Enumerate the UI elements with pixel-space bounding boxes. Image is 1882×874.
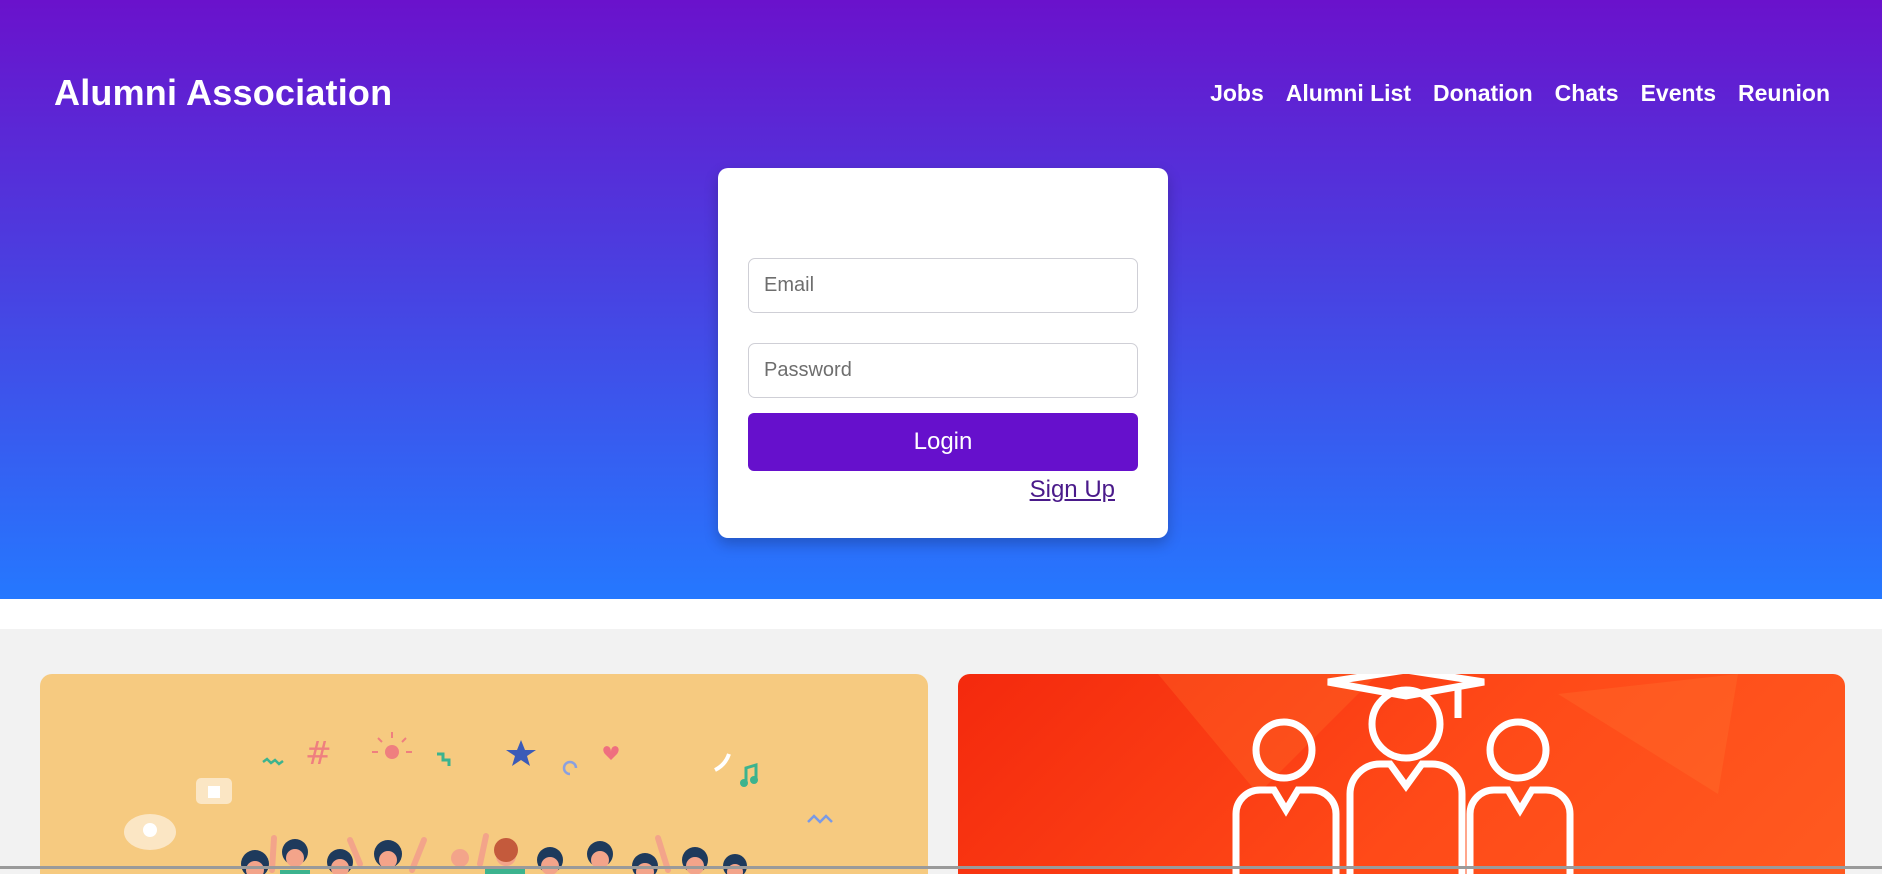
main-nav: Jobs Alumni List Donation Chats Events R… [1210, 80, 1830, 107]
nav-alumni-list[interactable]: Alumni List [1286, 80, 1411, 107]
nav-events[interactable]: Events [1641, 80, 1716, 107]
signup-link[interactable]: Sign Up [1030, 476, 1115, 504]
hero-section: Alumni Association Jobs Alumni List Dona… [0, 0, 1882, 599]
login-card: Login Sign Up [718, 168, 1168, 538]
crowd-celebration-image: # [40, 674, 928, 874]
graduates-group-icon [1158, 674, 1738, 874]
password-field[interactable] [748, 343, 1138, 398]
graduates-image [958, 674, 1845, 874]
section-divider [0, 599, 1882, 629]
nav-donation[interactable]: Donation [1433, 80, 1533, 107]
hashtag-icon: # [305, 734, 332, 772]
email-field[interactable] [748, 258, 1138, 313]
login-button[interactable]: Login [748, 413, 1138, 471]
site-brand[interactable]: Alumni Association [54, 72, 392, 114]
crowd-celebration-illustration: # [124, 732, 833, 874]
star-icon [506, 740, 536, 766]
nav-chats[interactable]: Chats [1555, 80, 1619, 107]
nav-reunion[interactable]: Reunion [1738, 80, 1830, 107]
heart-icon [603, 746, 619, 760]
nav-jobs[interactable]: Jobs [1210, 80, 1264, 107]
